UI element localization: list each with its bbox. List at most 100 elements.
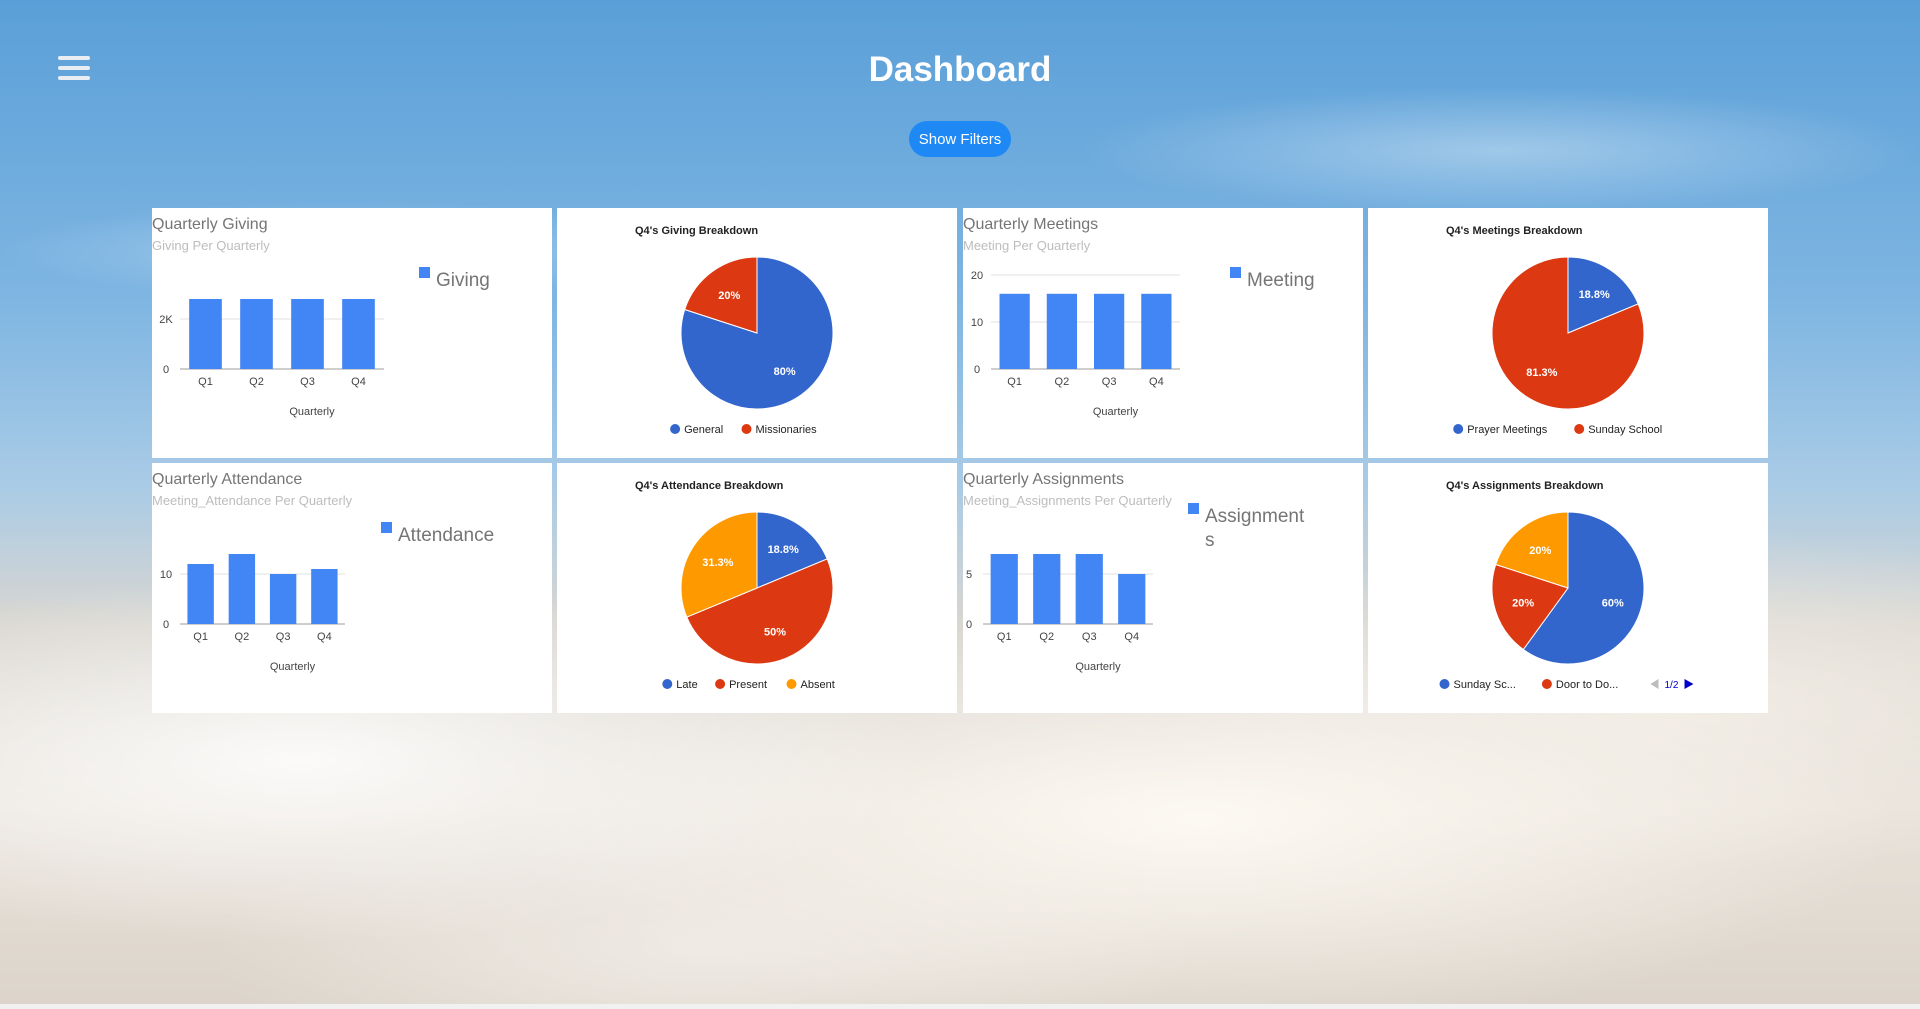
legend-dot bbox=[670, 424, 681, 434]
legend-swatch bbox=[1188, 503, 1199, 514]
attendance-pie-chart[interactable]: 18.8% 50% 31.3% Late Present Absent bbox=[557, 463, 957, 713]
attendance-bar-chart[interactable]: 0 10 Q1 Q2 Q3 Q4 Quarterly Attendance bbox=[152, 463, 552, 713]
slice-percent-label: 18.8% bbox=[1579, 289, 1610, 301]
x-axis-label: Quarterly bbox=[270, 661, 316, 673]
bar bbox=[990, 554, 1018, 624]
y-tick-label: 10 bbox=[971, 317, 983, 329]
y-tick-label: 0 bbox=[974, 364, 980, 376]
x-tick-label: Q3 bbox=[300, 376, 315, 388]
meetings-breakdown-card: Q4's Meetings Breakdown 18.8% 81.3% Prayer… bbox=[1368, 208, 1768, 458]
bar bbox=[269, 574, 297, 624]
legend-label: Present bbox=[729, 679, 767, 691]
x-tick-label: Q4 bbox=[317, 631, 332, 643]
x-tick-label: Q2 bbox=[1055, 376, 1070, 388]
legend-label: General bbox=[684, 424, 723, 436]
y-tick-label: 5 bbox=[966, 569, 972, 581]
y-tick-label: 0 bbox=[966, 619, 972, 631]
legend-label: Prayer Meetings bbox=[1467, 424, 1548, 436]
legend-dot bbox=[1574, 424, 1585, 434]
x-tick-label: Q4 bbox=[351, 376, 366, 388]
assignments-breakdown-card: Q4's Assignments Breakdown 60% 20% 20% Sund… bbox=[1368, 463, 1768, 713]
y-tick-label: 2K bbox=[159, 314, 173, 326]
legend-dot bbox=[786, 679, 797, 689]
bar bbox=[342, 299, 375, 369]
assignments-pie-chart[interactable]: 60% 20% 20% Sunday Sc... Door to Do... 1/2 bbox=[1368, 463, 1768, 713]
legend-label: Sunday Sc... bbox=[1454, 679, 1516, 691]
x-tick-label: Q2 bbox=[1039, 631, 1054, 643]
legend-label: Door to Do... bbox=[1556, 679, 1618, 691]
legend-swatch bbox=[381, 522, 392, 533]
x-tick-label: Q4 bbox=[1124, 631, 1139, 643]
bar bbox=[1046, 293, 1077, 369]
legend-label: Sunday School bbox=[1588, 424, 1662, 436]
giving-breakdown-card: Q4's Giving Breakdown 80% 20% General Missi… bbox=[557, 208, 957, 458]
quarterly-assignments-card: Quarterly Assignments Meeting_Assignment… bbox=[963, 463, 1363, 713]
bar bbox=[1141, 293, 1172, 369]
legend-prev-icon[interactable] bbox=[1650, 679, 1659, 689]
legend-label: Missionaries bbox=[756, 424, 818, 436]
x-tick-label: Q3 bbox=[1082, 631, 1097, 643]
slice-percent-label: 20% bbox=[1512, 598, 1534, 610]
y-tick-label: 0 bbox=[163, 619, 169, 631]
bar bbox=[187, 564, 214, 624]
legend-label: Assignment bbox=[1205, 506, 1305, 527]
bar bbox=[291, 299, 324, 369]
y-tick-label: 0 bbox=[163, 364, 169, 376]
legend-swatch bbox=[419, 267, 430, 278]
bar bbox=[1118, 574, 1146, 624]
giving-pie-chart[interactable]: 80% 20% General Missionaries bbox=[557, 208, 957, 458]
slice-percent-label: 31.3% bbox=[702, 557, 733, 569]
y-tick-label: 10 bbox=[160, 569, 172, 581]
quarterly-attendance-card: Quarterly Attendance Meeting_Attendance … bbox=[152, 463, 552, 713]
x-axis-label: Quarterly bbox=[1093, 406, 1139, 418]
legend-dot bbox=[662, 679, 673, 689]
legend-label: Late bbox=[676, 679, 697, 691]
bar bbox=[240, 299, 273, 369]
legend-label: Meeting bbox=[1247, 270, 1315, 291]
x-tick-label: Q3 bbox=[1102, 376, 1117, 388]
legend-next-icon[interactable] bbox=[1684, 679, 1694, 689]
bottom-strip bbox=[0, 1004, 1920, 1009]
slice-percent-label: 80% bbox=[774, 366, 796, 378]
x-tick-label: Q1 bbox=[198, 376, 213, 388]
legend-dot bbox=[1453, 424, 1464, 434]
legend-swatch bbox=[1230, 267, 1241, 278]
attendance-breakdown-card: Q4's Attendance Breakdown 18.8% 50% 31.3% L… bbox=[557, 463, 957, 713]
slice-percent-label: 20% bbox=[1529, 545, 1551, 557]
slice-percent-label: 18.8% bbox=[768, 544, 799, 556]
slice-percent-label: 20% bbox=[718, 290, 740, 302]
show-filters-button[interactable]: Show Filters bbox=[909, 121, 1011, 157]
bar bbox=[189, 299, 222, 369]
quarterly-giving-card: Quarterly Giving Giving Per Quarterly 02… bbox=[152, 208, 552, 458]
legend-label: Giving bbox=[436, 270, 490, 291]
x-tick-label: Q1 bbox=[997, 631, 1012, 643]
x-axis-label: Quarterly bbox=[289, 406, 335, 418]
bar bbox=[311, 569, 338, 624]
slice-percent-label: 60% bbox=[1602, 598, 1624, 610]
page-title: Dashboard bbox=[868, 50, 1052, 89]
x-tick-label: Q3 bbox=[276, 631, 291, 643]
bar bbox=[999, 293, 1030, 369]
slice-percent-label: 50% bbox=[764, 627, 786, 639]
x-axis-label: Quarterly bbox=[1075, 661, 1121, 673]
giving-bar-chart[interactable]: 0 2K Q1 Q2 Q3 Q4 Quarterly Giving bbox=[152, 208, 552, 458]
x-tick-label: Q2 bbox=[249, 376, 264, 388]
x-tick-label: Q4 bbox=[1149, 376, 1164, 388]
legend-label: Attendance bbox=[398, 525, 494, 546]
slice-percent-label: 81.3% bbox=[1526, 367, 1557, 379]
assignments-bar-chart[interactable]: 0 5 Q1 Q2 Q3 Q4 Quarterly Assignment s bbox=[963, 463, 1363, 713]
y-tick-label: 20 bbox=[971, 270, 983, 282]
legend-dot bbox=[715, 679, 726, 689]
bar bbox=[1094, 293, 1125, 369]
meetings-bar-chart[interactable]: 0 10 20 Q1 Q2 Q3 Q4 Quarterly Meeting bbox=[963, 208, 1363, 458]
legend-label: s bbox=[1205, 530, 1215, 551]
x-tick-label: Q1 bbox=[193, 631, 208, 643]
legend-dot bbox=[1541, 679, 1552, 689]
quarterly-meetings-card: Quarterly Meetings Meeting Per Quarterly… bbox=[963, 208, 1363, 458]
meetings-pie-chart[interactable]: 18.8% 81.3% Prayer Meetings Sunday School bbox=[1368, 208, 1768, 458]
bar bbox=[1075, 554, 1103, 624]
x-tick-label: Q2 bbox=[235, 631, 250, 643]
legend-dot bbox=[741, 424, 752, 434]
legend-page-indicator: 1/2 bbox=[1665, 680, 1679, 691]
bar bbox=[228, 554, 256, 624]
